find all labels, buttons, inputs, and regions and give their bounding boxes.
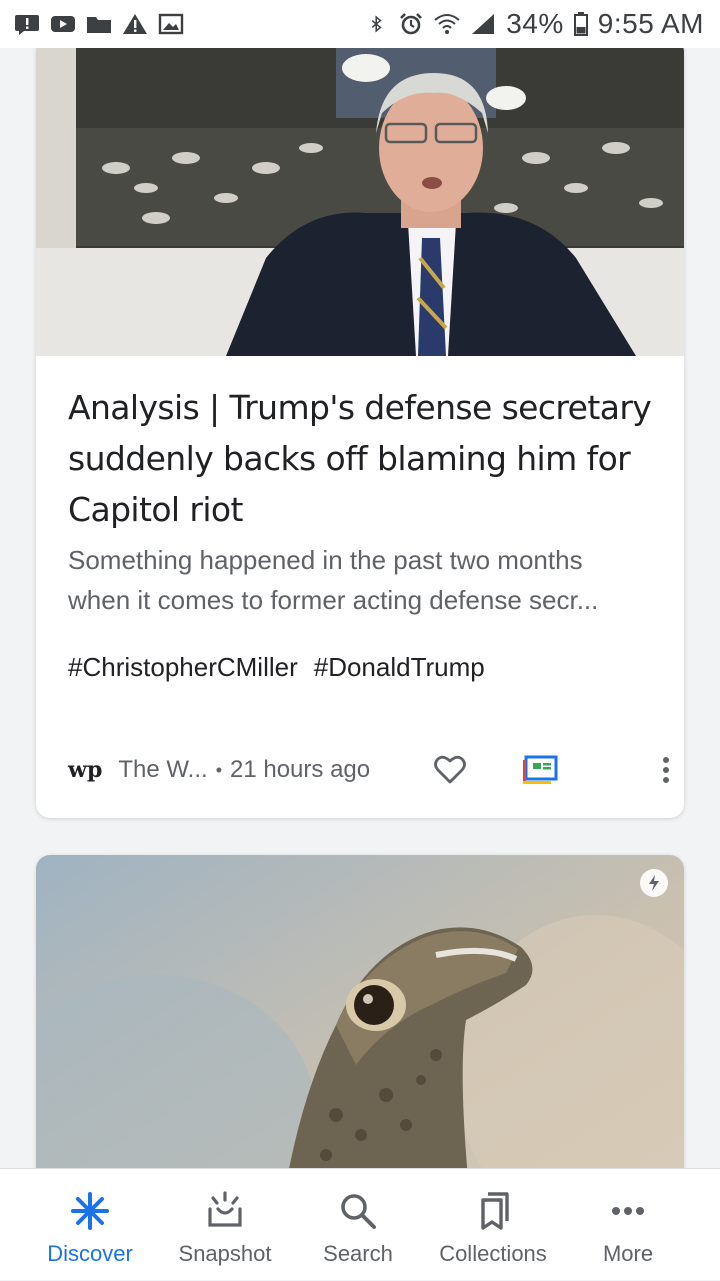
- article-meta: wp The W... • 21 hours ago: [68, 746, 669, 794]
- bluetooth-icon: [371, 15, 382, 33]
- clock: 9:55 AM: [597, 8, 704, 39]
- article-snippet: Something happened in the past two month…: [68, 540, 658, 620]
- published-time: 21 hours ago: [230, 756, 371, 783]
- tag-donald-trump[interactable]: #DonaldTrump: [314, 652, 485, 683]
- nav-label: Snapshot: [178, 1241, 272, 1266]
- publisher-name[interactable]: The W...: [118, 756, 207, 784]
- nav-snapshot[interactable]: Snapshot: [155, 1169, 295, 1281]
- search-icon: [336, 1189, 380, 1233]
- status-bar: 34% 9:55 AM: [0, 0, 720, 48]
- more-horiz-icon: [606, 1189, 650, 1233]
- message-notification-icon: [15, 15, 39, 35]
- snapshot-icon: [203, 1189, 247, 1233]
- youtube-icon: [51, 16, 75, 32]
- meta-separator: •: [215, 759, 222, 780]
- amp-lightning-icon: [649, 875, 659, 891]
- tag-christopher-c-miller[interactable]: #ChristopherCMiller: [68, 652, 298, 683]
- heart-icon: [434, 755, 466, 784]
- wifi-icon: [434, 14, 460, 34]
- discover-feed[interactable]: Analysis | Trump's defense secretary sud…: [0, 48, 720, 1168]
- collections-icon: [471, 1189, 515, 1233]
- snippet-line: Something happened in the past two month…: [68, 545, 583, 575]
- more-options-button[interactable]: [646, 750, 684, 790]
- bottom-navigation: Discover Snapshot Search Collections Mor…: [0, 1168, 720, 1280]
- image-icon: [158, 13, 184, 35]
- publisher-logo: wp: [68, 757, 103, 783]
- nav-label: Discover: [47, 1241, 133, 1266]
- news-card[interactable]: Analysis | Trump's defense secretary sud…: [36, 48, 684, 818]
- nav-search[interactable]: Search: [288, 1169, 428, 1281]
- battery-percent: 34%: [506, 8, 564, 39]
- system-icons: 34% 9:55 AM: [370, 8, 704, 40]
- topic-tags: #ChristopherCMiller #DonaldTrump: [68, 652, 485, 683]
- nav-discover[interactable]: Discover: [20, 1169, 160, 1281]
- more-vert-icon: [663, 757, 669, 783]
- full-coverage-button[interactable]: [520, 750, 560, 790]
- folder-icon: [87, 17, 111, 33]
- nav-label: More: [602, 1241, 654, 1266]
- nav-collections[interactable]: Collections: [418, 1169, 568, 1281]
- signal-icon: [472, 14, 495, 34]
- asterisk-icon: [68, 1189, 112, 1233]
- article-image[interactable]: [36, 855, 684, 1168]
- notification-icons: [14, 13, 184, 35]
- article-headline[interactable]: Analysis | Trump's defense secretary sud…: [68, 382, 658, 535]
- alarm-icon: [400, 13, 423, 35]
- warning-icon: [123, 14, 147, 34]
- article-image[interactable]: [36, 48, 684, 356]
- news-card[interactable]: [36, 855, 684, 1168]
- nav-label: Search: [323, 1241, 393, 1266]
- nav-more[interactable]: More: [568, 1169, 688, 1281]
- amp-badge: [640, 869, 668, 897]
- battery-icon: [573, 12, 588, 36]
- like-button[interactable]: [430, 750, 470, 790]
- full-coverage-icon: [523, 755, 558, 784]
- nav-label: Collections: [439, 1241, 547, 1266]
- snippet-line: when it comes to former acting defense s…: [68, 585, 599, 615]
